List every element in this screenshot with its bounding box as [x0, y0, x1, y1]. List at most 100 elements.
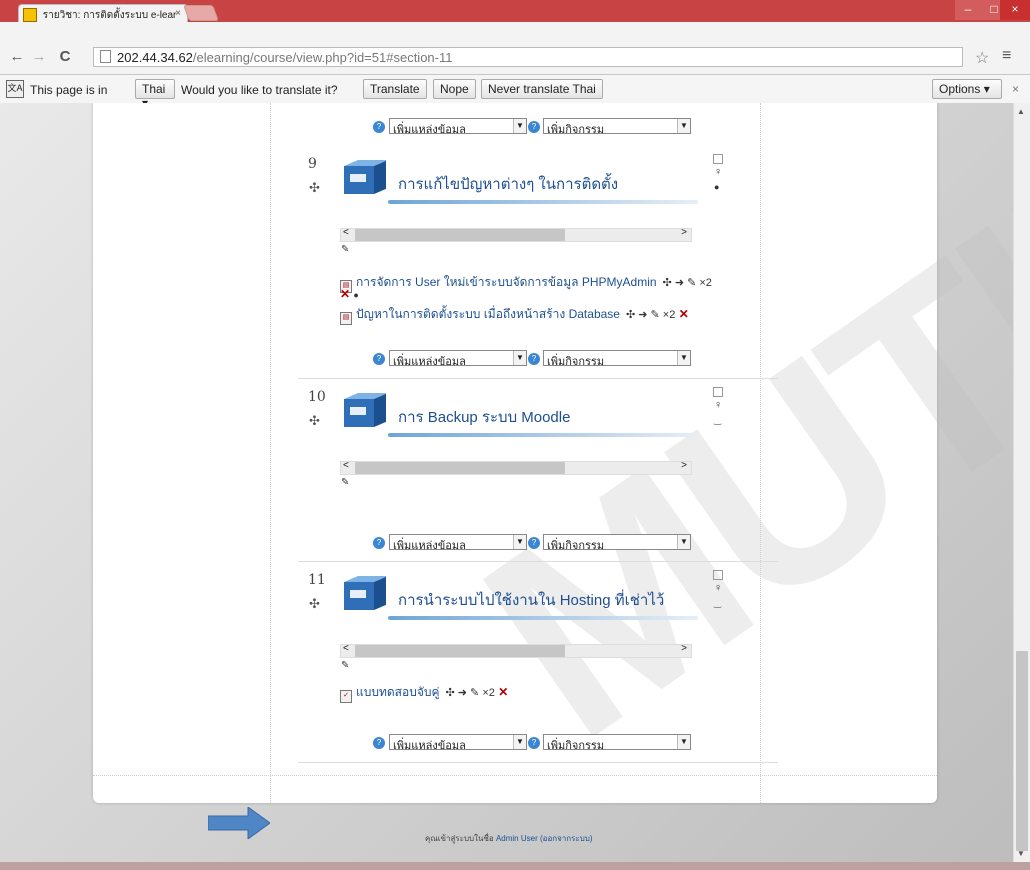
section-title[interactable]: การ Backup ระบบ Moodle [398, 405, 570, 429]
scrollbar-thumb[interactable] [1016, 651, 1028, 851]
edit-summary-icon[interactable]: ✎ [341, 244, 349, 255]
never-translate-button[interactable]: Never translate Thai [481, 79, 603, 99]
edit-summary-icon[interactable]: ✎ [341, 660, 349, 671]
section-title[interactable]: การนำระบบไปใช้งานใน Hosting ที่เช่าไว้ [398, 588, 664, 612]
forward-button[interactable]: → [30, 48, 48, 66]
help-icon[interactable]: ? [373, 737, 385, 749]
select-value: เพิ่มกิจกรรม [547, 540, 605, 550]
language-select[interactable]: Thai ▾ [135, 79, 175, 110]
help-icon[interactable]: ? [528, 737, 540, 749]
activity-link[interactable]: แบบทดสอบจับคู่ [356, 685, 440, 699]
select-value: เพิ่มแหล่งข้อมูล [393, 740, 466, 750]
eye-closed-icon[interactable]: ‿ [714, 415, 721, 426]
summary-scrollbar[interactable]: < > [340, 643, 692, 658]
course-content: MUTINF ? เพิ่มแหล่งข้อมูล ▼ ? เพิ่มกิจกรร… [93, 103, 1013, 803]
chevron-down-icon: ▾ [983, 82, 990, 96]
activity-item[interactable]: ▤ การจัดการ User ใหม่เข้าระบบจัดการข้อมูล… [340, 273, 712, 293]
title-underline [388, 616, 698, 620]
scroll-down-arrow[interactable]: ▼ [1017, 849, 1025, 858]
browser-tab[interactable]: รายวิชา: การติดตั้งระบบ e-lear × [18, 4, 188, 22]
address-bar[interactable]: 202.44.34.62/elearning/course/view.php?i… [93, 47, 963, 67]
bookmark-star-icon[interactable]: ☆ [975, 48, 989, 68]
row-guide [93, 775, 937, 776]
highlight-checkbox[interactable] [713, 570, 723, 580]
new-tab-button[interactable] [183, 5, 219, 21]
lightbulb-icon[interactable]: ♀ [714, 166, 722, 178]
help-icon[interactable]: ? [373, 353, 385, 365]
activity-controls: ✕ ● [340, 287, 359, 301]
eye-icon[interactable]: ● [714, 182, 719, 192]
scroll-thumb[interactable] [355, 462, 565, 474]
scroll-right-arrow[interactable]: > [681, 643, 687, 654]
delete-icon[interactable]: ✕ [498, 685, 508, 699]
select-value: เพิ่มกิจกรรม [547, 124, 605, 134]
highlight-checkbox[interactable] [713, 387, 723, 397]
help-icon[interactable]: ? [528, 537, 540, 549]
course-section-10: 10 ✣ การ Backup ระบบ Moodle ♀ ‿ < > ✎ ? เ… [298, 379, 778, 562]
help-icon[interactable]: ? [373, 121, 385, 133]
help-icon[interactable]: ? [373, 537, 385, 549]
logout-link[interactable]: (ออกจากระบบ) [540, 834, 593, 843]
delete-icon[interactable]: ✕ [679, 307, 689, 321]
browser-menu-icon[interactable]: ≡ [1002, 47, 1011, 65]
chevron-down-icon: ▼ [677, 351, 690, 365]
activity-item[interactable]: ▤ ปัญหาในการติดตั้งระบบ เมื่อถึงหน้าสร้าง… [340, 305, 689, 325]
activity-tools[interactable]: ✣ ➜ ✎ ×2 [626, 309, 675, 321]
translate-button[interactable]: Translate [363, 79, 427, 99]
add-resource-select[interactable]: เพิ่มแหล่งข้อมูล ▼ [389, 534, 527, 550]
add-activity-select[interactable]: เพิ่มกิจกรรม ▼ [543, 350, 691, 366]
language-value: Thai [142, 82, 166, 96]
translate-prefix: This page is in [30, 83, 108, 97]
nope-button[interactable]: Nope [433, 79, 476, 99]
window-close-button[interactable]: × [1000, 0, 1030, 20]
highlight-checkbox[interactable] [713, 154, 723, 164]
delete-icon[interactable]: ✕ [340, 287, 350, 301]
move-icon[interactable]: ✣ [309, 596, 320, 612]
edit-summary-icon[interactable]: ✎ [341, 477, 349, 488]
page-icon [100, 50, 111, 63]
lightbulb-icon[interactable]: ♀ [714, 582, 722, 594]
lightbulb-icon[interactable]: ♀ [714, 399, 722, 411]
tab-close-icon[interactable]: × [175, 8, 181, 19]
translate-icon: 文A [6, 80, 24, 98]
scroll-left-arrow[interactable]: < [343, 643, 349, 654]
add-activity-select[interactable]: เพิ่มกิจกรรม ▼ [543, 734, 691, 750]
scroll-right-arrow[interactable]: > [681, 460, 687, 471]
summary-scrollbar[interactable]: < > [340, 460, 692, 475]
translate-close-icon[interactable]: × [1012, 82, 1019, 96]
back-button[interactable]: ← [8, 48, 26, 66]
scroll-left-arrow[interactable]: < [343, 460, 349, 471]
activity-tools[interactable]: ✣ ➜ ✎ ×2 [663, 277, 712, 289]
move-icon[interactable]: ✣ [309, 413, 320, 429]
activity-link[interactable]: ปัญหาในการติดตั้งระบบ เมื่อถึงหน้าสร้าง … [356, 307, 620, 321]
user-profile-link[interactable]: Admin User [496, 834, 538, 843]
move-icon[interactable]: ✣ [309, 180, 320, 196]
summary-scrollbar[interactable]: < > [340, 227, 692, 242]
eye-closed-icon[interactable]: ‿ [714, 598, 721, 609]
quiz-icon: ✓ [340, 690, 352, 703]
translate-bar: 文A This page is in Thai ▾ Would you like… [0, 75, 1030, 110]
page-scrollbar[interactable]: ▲ ▼ [1013, 103, 1030, 862]
minimize-button[interactable]: – [955, 0, 981, 20]
add-activity-select[interactable]: เพิ่มกิจกรรม ▼ [543, 118, 691, 134]
activity-tools[interactable]: ✣ ➜ ✎ ×2 [446, 687, 495, 699]
section-title[interactable]: การแก้ไขปัญหาต่างๆ ในการติดตั้ง [398, 172, 618, 196]
activity-link[interactable]: การจัดการ User ใหม่เข้าระบบจัดการข้อมูล … [356, 275, 657, 289]
scroll-thumb[interactable] [355, 645, 565, 657]
add-resource-select[interactable]: เพิ่มแหล่งข้อมูล ▼ [389, 350, 527, 366]
scroll-left-arrow[interactable]: < [343, 227, 349, 238]
section-banner-icon [344, 393, 386, 427]
reload-button[interactable]: C [56, 48, 74, 66]
chevron-down-icon: ▼ [513, 351, 526, 365]
add-resource-select[interactable]: เพิ่มแหล่งข้อมูล ▼ [389, 734, 527, 750]
add-activity-select[interactable]: เพิ่มกิจกรรม ▼ [543, 534, 691, 550]
help-icon[interactable]: ? [528, 121, 540, 133]
help-icon[interactable]: ? [528, 353, 540, 365]
activity-item[interactable]: ✓ แบบทดสอบจับคู่ ✣ ➜ ✎ ×2 ✕ [340, 683, 508, 703]
add-resource-select[interactable]: เพิ่มแหล่งข้อมูล ▼ [389, 118, 527, 134]
options-button[interactable]: Options ▾ [932, 79, 1002, 99]
scroll-right-arrow[interactable]: > [681, 227, 687, 238]
scroll-thumb[interactable] [355, 229, 565, 241]
eye-icon[interactable]: ● [353, 290, 358, 300]
scroll-up-arrow[interactable]: ▲ [1017, 107, 1025, 116]
